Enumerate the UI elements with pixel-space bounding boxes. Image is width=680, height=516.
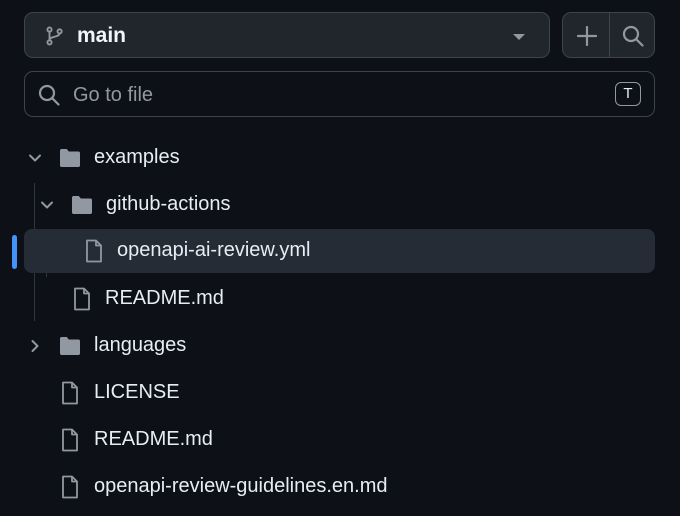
tree-item-label: openapi-ai-review.yml: [117, 239, 311, 261]
tree-item-label: github-actions: [106, 193, 231, 215]
file-actions-group: [562, 12, 655, 58]
go-to-file-field[interactable]: T: [24, 71, 655, 117]
tree-item-examples-folder[interactable]: examples: [24, 136, 655, 180]
keyboard-shortcut-hint: T: [615, 82, 641, 106]
folder-icon: [60, 337, 80, 355]
file-icon: [62, 475, 78, 499]
folder-icon: [72, 196, 92, 214]
branch-selector-button[interactable]: main: [24, 12, 550, 58]
tree-item-readme-file[interactable]: README.md: [24, 277, 655, 321]
file-icon: [62, 381, 78, 405]
chevron-down-icon: [513, 34, 525, 40]
tree-item-label: LICENSE: [94, 381, 180, 403]
branch-name: main: [77, 24, 127, 47]
chevron-down-icon: [41, 201, 53, 209]
tree-item-label: README.md: [105, 287, 224, 309]
selected-indicator: [12, 235, 17, 269]
git-branch-icon: [46, 26, 63, 46]
search-icon: [38, 84, 60, 106]
tree-item-openapi-ai-review-file[interactable]: openapi-ai-review.yml: [24, 229, 655, 273]
divider: [609, 13, 610, 57]
chevron-down-icon: [29, 154, 41, 162]
tree-item-readme-file[interactable]: README.md: [24, 418, 655, 462]
tree-item-license-file[interactable]: LICENSE: [24, 371, 655, 415]
tree-item-label: examples: [94, 146, 180, 168]
plus-icon[interactable]: [575, 24, 599, 48]
file-icon: [86, 239, 102, 263]
tree-item-github-actions-folder[interactable]: github-actions: [24, 183, 655, 227]
tree-item-guidelines-file[interactable]: openapi-review-guidelines.en.md: [24, 465, 655, 509]
file-icon: [74, 287, 90, 311]
tree-item-label: languages: [94, 334, 187, 356]
file-icon: [62, 428, 78, 452]
search-icon[interactable]: [621, 24, 645, 48]
tree-item-label: openapi-review-guidelines.en.md: [94, 475, 388, 497]
chevron-right-icon: [31, 340, 39, 352]
folder-icon: [60, 149, 80, 167]
go-to-file-input[interactable]: [71, 80, 575, 110]
tree-item-languages-folder[interactable]: languages: [24, 324, 655, 368]
tree-item-label: README.md: [94, 428, 213, 450]
